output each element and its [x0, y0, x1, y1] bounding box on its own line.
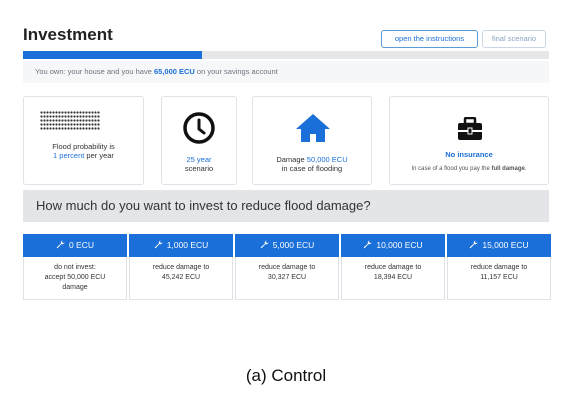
invest-option-label: 0 ECU [68, 240, 95, 250]
scenario-line1: 25 year [186, 155, 212, 164]
invest-option-line1: reduce damage to [364, 264, 422, 271]
invest-option-label: 5,000 ECU [272, 240, 315, 250]
invest-option-line2: 18,394 ECU [373, 274, 413, 281]
invest-option-button[interactable]: 15,000 ECU [447, 234, 551, 257]
insurance-note: In case of a flood you pay the full dama… [390, 165, 548, 174]
wrench-icon [56, 240, 65, 249]
invest-option-description: reduce damage to 18,394 ECU [346, 263, 440, 283]
open-instructions-button[interactable]: open the instructions [381, 30, 478, 48]
damage-line1: Damage 50,000 ECU [253, 155, 371, 164]
probability-line1: Flood probability is [52, 142, 115, 151]
investment-option: 0 ECU do not invest: accept 50,000 ECU dama… [23, 234, 127, 300]
invest-option-button[interactable]: 0 ECU [23, 234, 127, 257]
damage-line2: in case of flooding [281, 164, 343, 173]
wrench-icon [260, 240, 269, 249]
house-icon [296, 114, 330, 142]
wrench-icon [363, 240, 372, 249]
scenario-line2: scenario [184, 164, 214, 173]
damage-prefix: Damage [276, 155, 307, 164]
final-scenario-button[interactable]: final scenario [482, 30, 546, 48]
progress-fill [23, 51, 202, 59]
wrench-icon [469, 240, 478, 249]
probability-line2: 1 percent per year [24, 151, 143, 160]
insurance-title: No insurance [445, 150, 493, 159]
savings-suffix: on your savings account [194, 67, 278, 76]
clock-icon [183, 112, 215, 144]
invest-option-line1: reduce damage to [470, 264, 528, 271]
invest-option-line1: do not invest: [54, 264, 96, 271]
insurance-note-bold: full damage [491, 166, 525, 172]
invest-option-line2: 45,242 ECU [161, 274, 201, 281]
savings-prefix: You own: your house and you have [35, 67, 154, 76]
investment-question: How much do you want to invest to reduce… [23, 190, 549, 222]
invest-option-line1: reduce damage to [258, 264, 316, 271]
investment-option: 5,000 ECU reduce damage to 30,327 ECU [235, 234, 339, 300]
invest-option-label: 15,000 ECU [482, 240, 529, 250]
invest-option-label: 1,000 ECU [166, 240, 209, 250]
invest-option-line2: 30,327 ECU [267, 274, 307, 281]
invest-option-button[interactable]: 1,000 ECU [129, 234, 233, 257]
progress-bar [23, 51, 549, 59]
investment-option: 10,000 ECU reduce damage to 18,394 ECU [341, 234, 445, 300]
investment-option: 15,000 ECU reduce damage to 11,157 ECU [447, 234, 551, 300]
invest-option-description: do not invest: accept 50,000 ECU damage [28, 263, 122, 293]
page-header: Investment open the instructions final s… [23, 25, 549, 49]
page-title: Investment [23, 25, 113, 44]
flood-probability-card: Flood probability is 1 percent per year [23, 96, 144, 185]
probability-rest: per year [84, 151, 114, 160]
invest-option-line1: reduce damage to [152, 264, 210, 271]
figure-caption: (a) Control [245, 366, 327, 385]
invest-option-button[interactable]: 5,000 ECU [235, 234, 339, 257]
scenario-card: 25 year scenario [161, 96, 237, 185]
invest-option-line2: 11,157 ECU [480, 274, 518, 281]
insurance-note-suffix: . [524, 166, 527, 172]
insurance-note-prefix: In case of a flood you pay the [411, 166, 492, 172]
invest-option-label: 10,000 ECU [376, 240, 423, 250]
dot-grid-icon [40, 111, 100, 130]
invest-option-description: reduce damage to 45,242 ECU [134, 263, 228, 283]
investment-option: 1,000 ECU reduce damage to 45,242 ECU [129, 234, 233, 300]
savings-amount: 65,000 ECU [153, 67, 195, 76]
invest-option-button[interactable]: 10,000 ECU [341, 234, 445, 257]
invest-option-line3: damage [62, 284, 88, 291]
invest-option-description: reduce damage to 30,327 ECU [240, 263, 334, 283]
invest-option-line2: accept 50,000 ECU [44, 274, 106, 281]
wrench-icon [154, 240, 163, 249]
damage-amount: 50,000 ECU [306, 155, 348, 164]
probability-highlight: 1 percent [53, 151, 85, 160]
insurance-card: No insurance In case of a flood you pay … [389, 96, 549, 185]
savings-info: You own: your house and you have 65,000 … [23, 61, 549, 83]
damage-card: Damage 50,000 ECU in case of flooding [252, 96, 372, 185]
invest-option-description: reduce damage to 11,157 ECU [452, 263, 546, 283]
briefcase-icon [458, 117, 482, 140]
